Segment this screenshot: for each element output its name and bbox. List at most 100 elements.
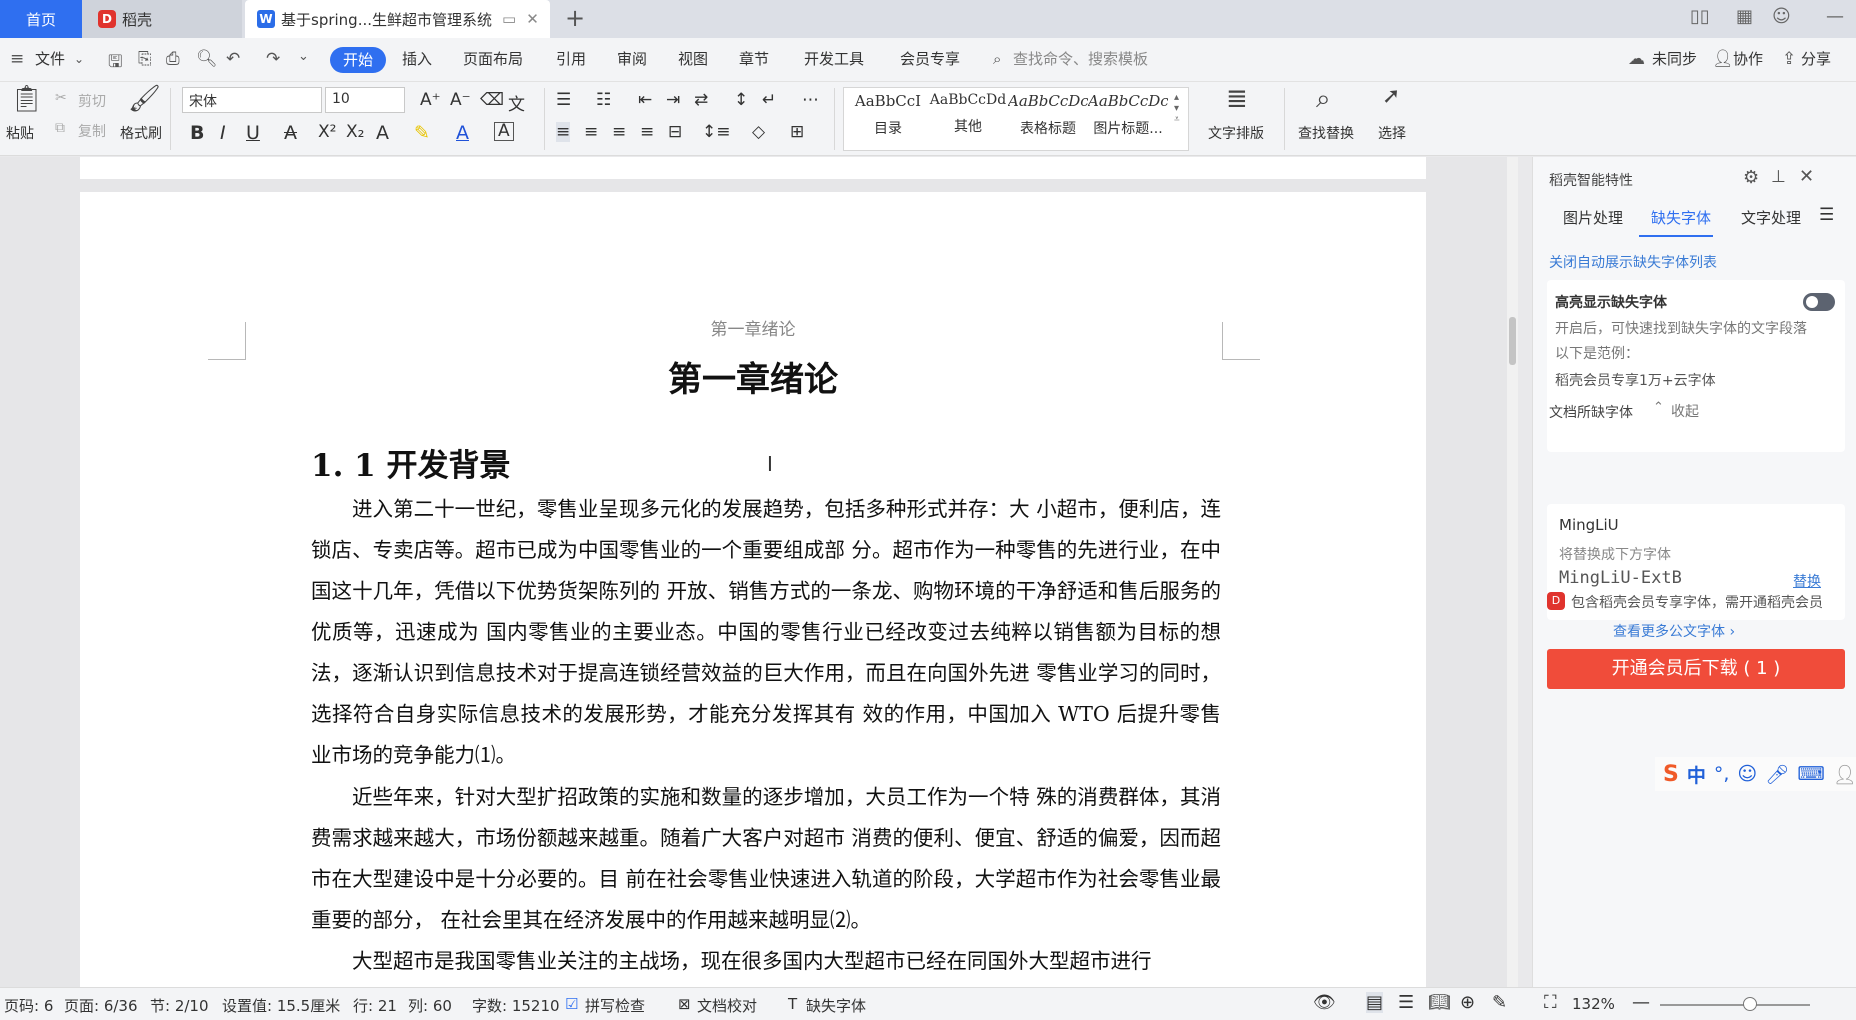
- paste-icon[interactable]: 📋︎: [10, 84, 43, 114]
- status-words[interactable]: 字数: 15210: [472, 995, 560, 1016]
- chapter-title[interactable]: 第一章绪论: [80, 352, 1426, 401]
- share-button[interactable]: 分享: [1801, 48, 1831, 69]
- paste-button[interactable]: 粘贴: [6, 123, 34, 143]
- replace-link[interactable]: 替换: [1793, 571, 1821, 591]
- underline-icon[interactable]: U: [246, 122, 260, 144]
- save-icon[interactable]: 🖫: [108, 49, 122, 78]
- align-right-icon[interactable]: ≡: [612, 122, 626, 142]
- shading-icon[interactable]: ◇: [752, 122, 765, 142]
- page-header[interactable]: 第一章绪论: [80, 315, 1426, 340]
- distributed-icon[interactable]: ⋯: [802, 90, 819, 110]
- menu-references[interactable]: 引用: [556, 48, 586, 69]
- print-preview-icon[interactable]: 🔍︎: [196, 49, 218, 69]
- close-panel-icon[interactable]: ✕: [1799, 166, 1814, 187]
- document-page[interactable]: 第一章绪论 第一章绪论 1. 1 开发背景 I 进入第二十一世纪，零售业呈现多元…: [80, 192, 1426, 987]
- status-page[interactable]: 页码: 6: [4, 995, 53, 1016]
- show-marks-icon[interactable]: ↵: [762, 90, 776, 110]
- zoom-out-icon[interactable]: —: [1632, 992, 1650, 1013]
- collapse-button[interactable]: 收起: [1671, 401, 1699, 421]
- italic-icon[interactable]: I: [220, 122, 226, 144]
- numbered-list-icon[interactable]: ☷: [596, 90, 611, 110]
- style-toc[interactable]: AaBbCcI 目录: [848, 92, 928, 138]
- style-table-caption[interactable]: AaBbCcDc 表格标题: [1008, 92, 1088, 138]
- section-title[interactable]: 1. 1 开发背景: [311, 440, 511, 485]
- outline-view-icon[interactable]: ☰: [1398, 992, 1414, 1013]
- superscript-icon[interactable]: X²: [318, 122, 336, 142]
- shrink-font-icon[interactable]: A⁻: [450, 90, 471, 110]
- bullet-list-icon[interactable]: ☰: [556, 90, 571, 110]
- copy-button[interactable]: 复制: [78, 121, 106, 141]
- mic-icon[interactable]: 🎤︎: [1765, 763, 1789, 786]
- format-painter-button[interactable]: 格式刷: [120, 123, 162, 143]
- status-section[interactable]: 节: 2/10: [150, 995, 209, 1016]
- close-auto-show-link[interactable]: 关闭自动展示缺失字体列表: [1549, 252, 1717, 272]
- hamburger-icon[interactable]: ≡: [10, 49, 24, 69]
- undo-icon[interactable]: ↶: [226, 49, 240, 69]
- pin-panel-icon[interactable]: ⊥: [1771, 167, 1786, 187]
- menu-file[interactable]: 文件: [35, 48, 65, 69]
- increase-indent-icon[interactable]: ⇥: [666, 90, 680, 110]
- ime-toolbar[interactable]: S 中 °, ☺ 🎤︎ ⌨ 👤︎: [1655, 757, 1856, 791]
- redo-icon[interactable]: ↷: [266, 49, 280, 69]
- cut-button[interactable]: 剪切: [78, 91, 106, 111]
- phonetic-icon[interactable]: 文: [508, 90, 525, 115]
- grid-apps-icon[interactable]: ▦: [1736, 6, 1753, 27]
- panel-title[interactable]: 稻壳智能特性: [1549, 170, 1633, 190]
- page-view-icon[interactable]: ▤: [1366, 992, 1384, 1013]
- body-paragraph[interactable]: 进入第二十一世纪，零售业呈现多元化的发展趋势，包括多种形式并存：大 小超市，便利…: [311, 489, 1221, 776]
- status-col[interactable]: 列: 60: [408, 995, 452, 1016]
- command-search-input[interactable]: 查找命令、搜索模板: [1013, 48, 1148, 69]
- write-mode-icon[interactable]: ✎: [1492, 992, 1507, 1013]
- zoom-level[interactable]: 132%: [1572, 995, 1615, 1013]
- text-direction-icon[interactable]: ⇄: [694, 90, 708, 110]
- decrease-indent-icon[interactable]: ⇤: [638, 90, 652, 110]
- tab-missing-fonts[interactable]: 缺失字体: [1651, 207, 1711, 228]
- ime-lang[interactable]: 中: [1687, 761, 1706, 788]
- highlight-icon[interactable]: ✎: [414, 122, 430, 144]
- collab-button[interactable]: 协作: [1733, 48, 1763, 69]
- status-row[interactable]: 行: 21: [353, 995, 397, 1016]
- distribute-align-icon[interactable]: ⊟: [668, 122, 682, 142]
- zoom-slider-knob[interactable]: [1743, 997, 1757, 1011]
- align-center-icon[interactable]: ≡: [584, 122, 598, 142]
- align-left-icon[interactable]: ≡: [556, 122, 571, 142]
- emoji-icon[interactable]: ☺: [1737, 763, 1757, 785]
- tab-home[interactable]: 首页: [0, 0, 82, 38]
- layout-toggle-icon[interactable]: ▯▯: [1690, 6, 1710, 27]
- read-view-icon[interactable]: 📖︎: [1428, 992, 1451, 1013]
- font-icon[interactable]: T: [788, 995, 797, 1013]
- eye-protect-icon[interactable]: 👁︎: [1313, 992, 1336, 1013]
- status-position[interactable]: 设置值: 15.5厘米: [222, 995, 340, 1016]
- text-effect-icon[interactable]: A: [376, 122, 389, 144]
- panel-menu-icon[interactable]: ☰: [1819, 205, 1834, 225]
- find-replace-button[interactable]: 查找替换: [1298, 123, 1354, 143]
- menu-review[interactable]: 审阅: [617, 48, 647, 69]
- sync-status[interactable]: 未同步: [1652, 48, 1697, 69]
- cut-icon[interactable]: ✂: [55, 90, 67, 106]
- tab-image-processing[interactable]: 图片处理: [1563, 207, 1623, 228]
- tab-document[interactable]: W 基于spring...生鲜超市管理系统 ▭ ✕: [245, 0, 550, 38]
- settings-icon[interactable]: ⚙: [1743, 167, 1759, 188]
- font-size-select[interactable]: 10: [325, 87, 405, 113]
- new-tab-button[interactable]: +: [565, 4, 585, 32]
- user-icon[interactable]: 👤︎: [1833, 763, 1856, 786]
- tab-daoke[interactable]: D 稻壳: [82, 0, 242, 38]
- chevron-down-icon[interactable]: ⌄: [74, 52, 84, 66]
- minimize-icon[interactable]: —: [1826, 6, 1844, 27]
- style-figure-caption[interactable]: AaBbCcDc 图片标题...: [1088, 92, 1168, 138]
- proof-button[interactable]: 文档校对: [697, 995, 757, 1016]
- clear-format-icon[interactable]: ⌫: [480, 90, 504, 110]
- highlight-toggle[interactable]: [1803, 293, 1835, 311]
- menu-page-layout[interactable]: 页面布局: [463, 48, 523, 69]
- spell-check-button[interactable]: 拼写检查: [585, 995, 645, 1016]
- strikethrough-icon[interactable]: A: [284, 122, 297, 144]
- status-pages[interactable]: 页面: 6/36: [64, 995, 138, 1016]
- close-tab-icon[interactable]: ✕: [526, 10, 539, 28]
- menu-chapter[interactable]: 章节: [739, 48, 769, 69]
- missing-font-status[interactable]: 缺失字体: [806, 995, 866, 1016]
- web-view-icon[interactable]: ⊕: [1460, 992, 1475, 1013]
- document-scrollbar[interactable]: [1507, 157, 1518, 987]
- print-icon[interactable]: ⎙: [166, 49, 180, 69]
- borders-icon[interactable]: ⊞: [790, 122, 804, 142]
- ime-punct[interactable]: °,: [1714, 763, 1730, 785]
